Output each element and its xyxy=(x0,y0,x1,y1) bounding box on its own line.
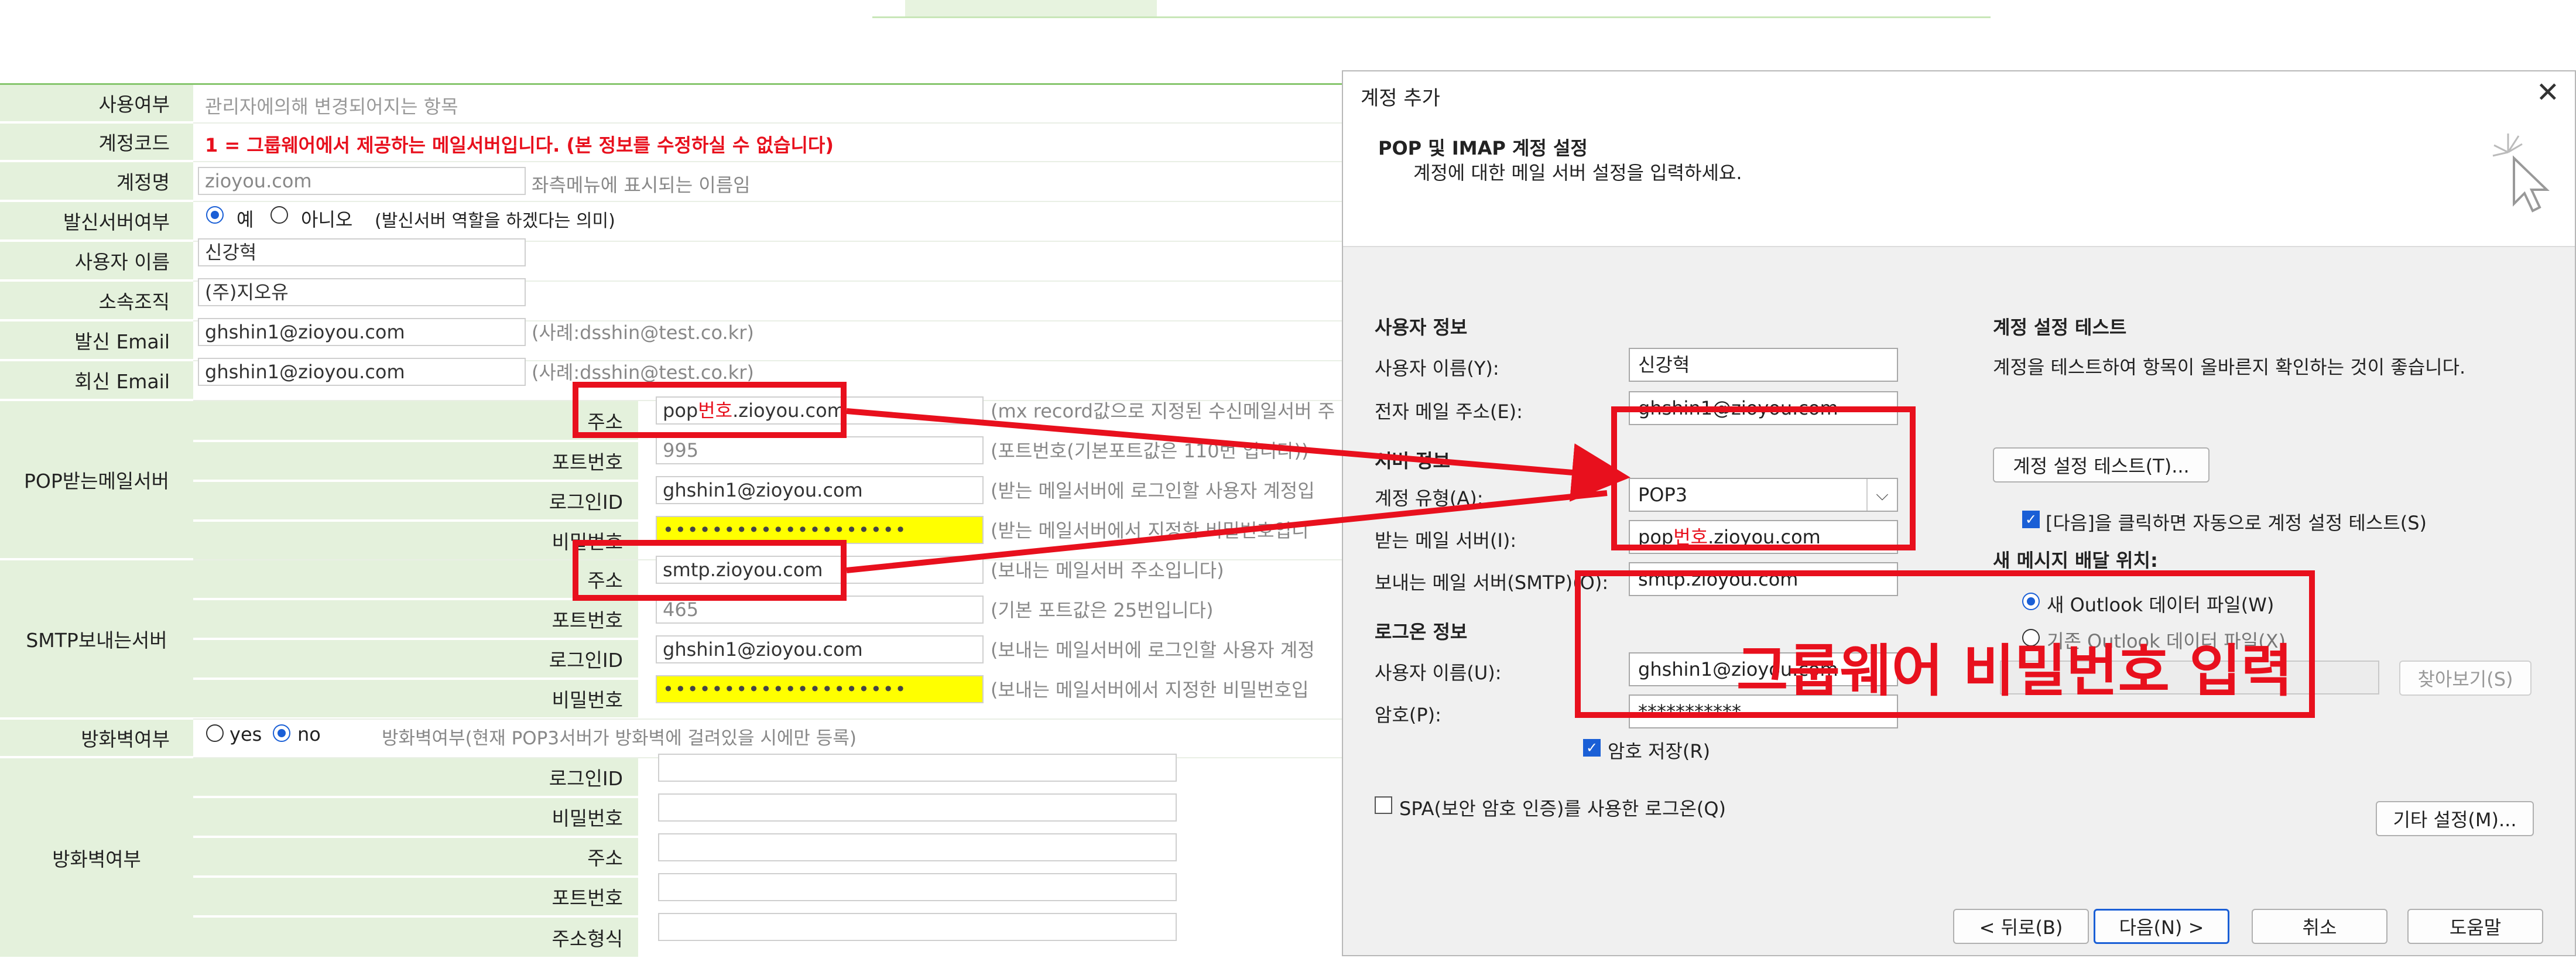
smtp-arrow xyxy=(846,490,1608,573)
pop-arrow xyxy=(846,408,1630,502)
annotation-arrows xyxy=(846,408,1630,573)
